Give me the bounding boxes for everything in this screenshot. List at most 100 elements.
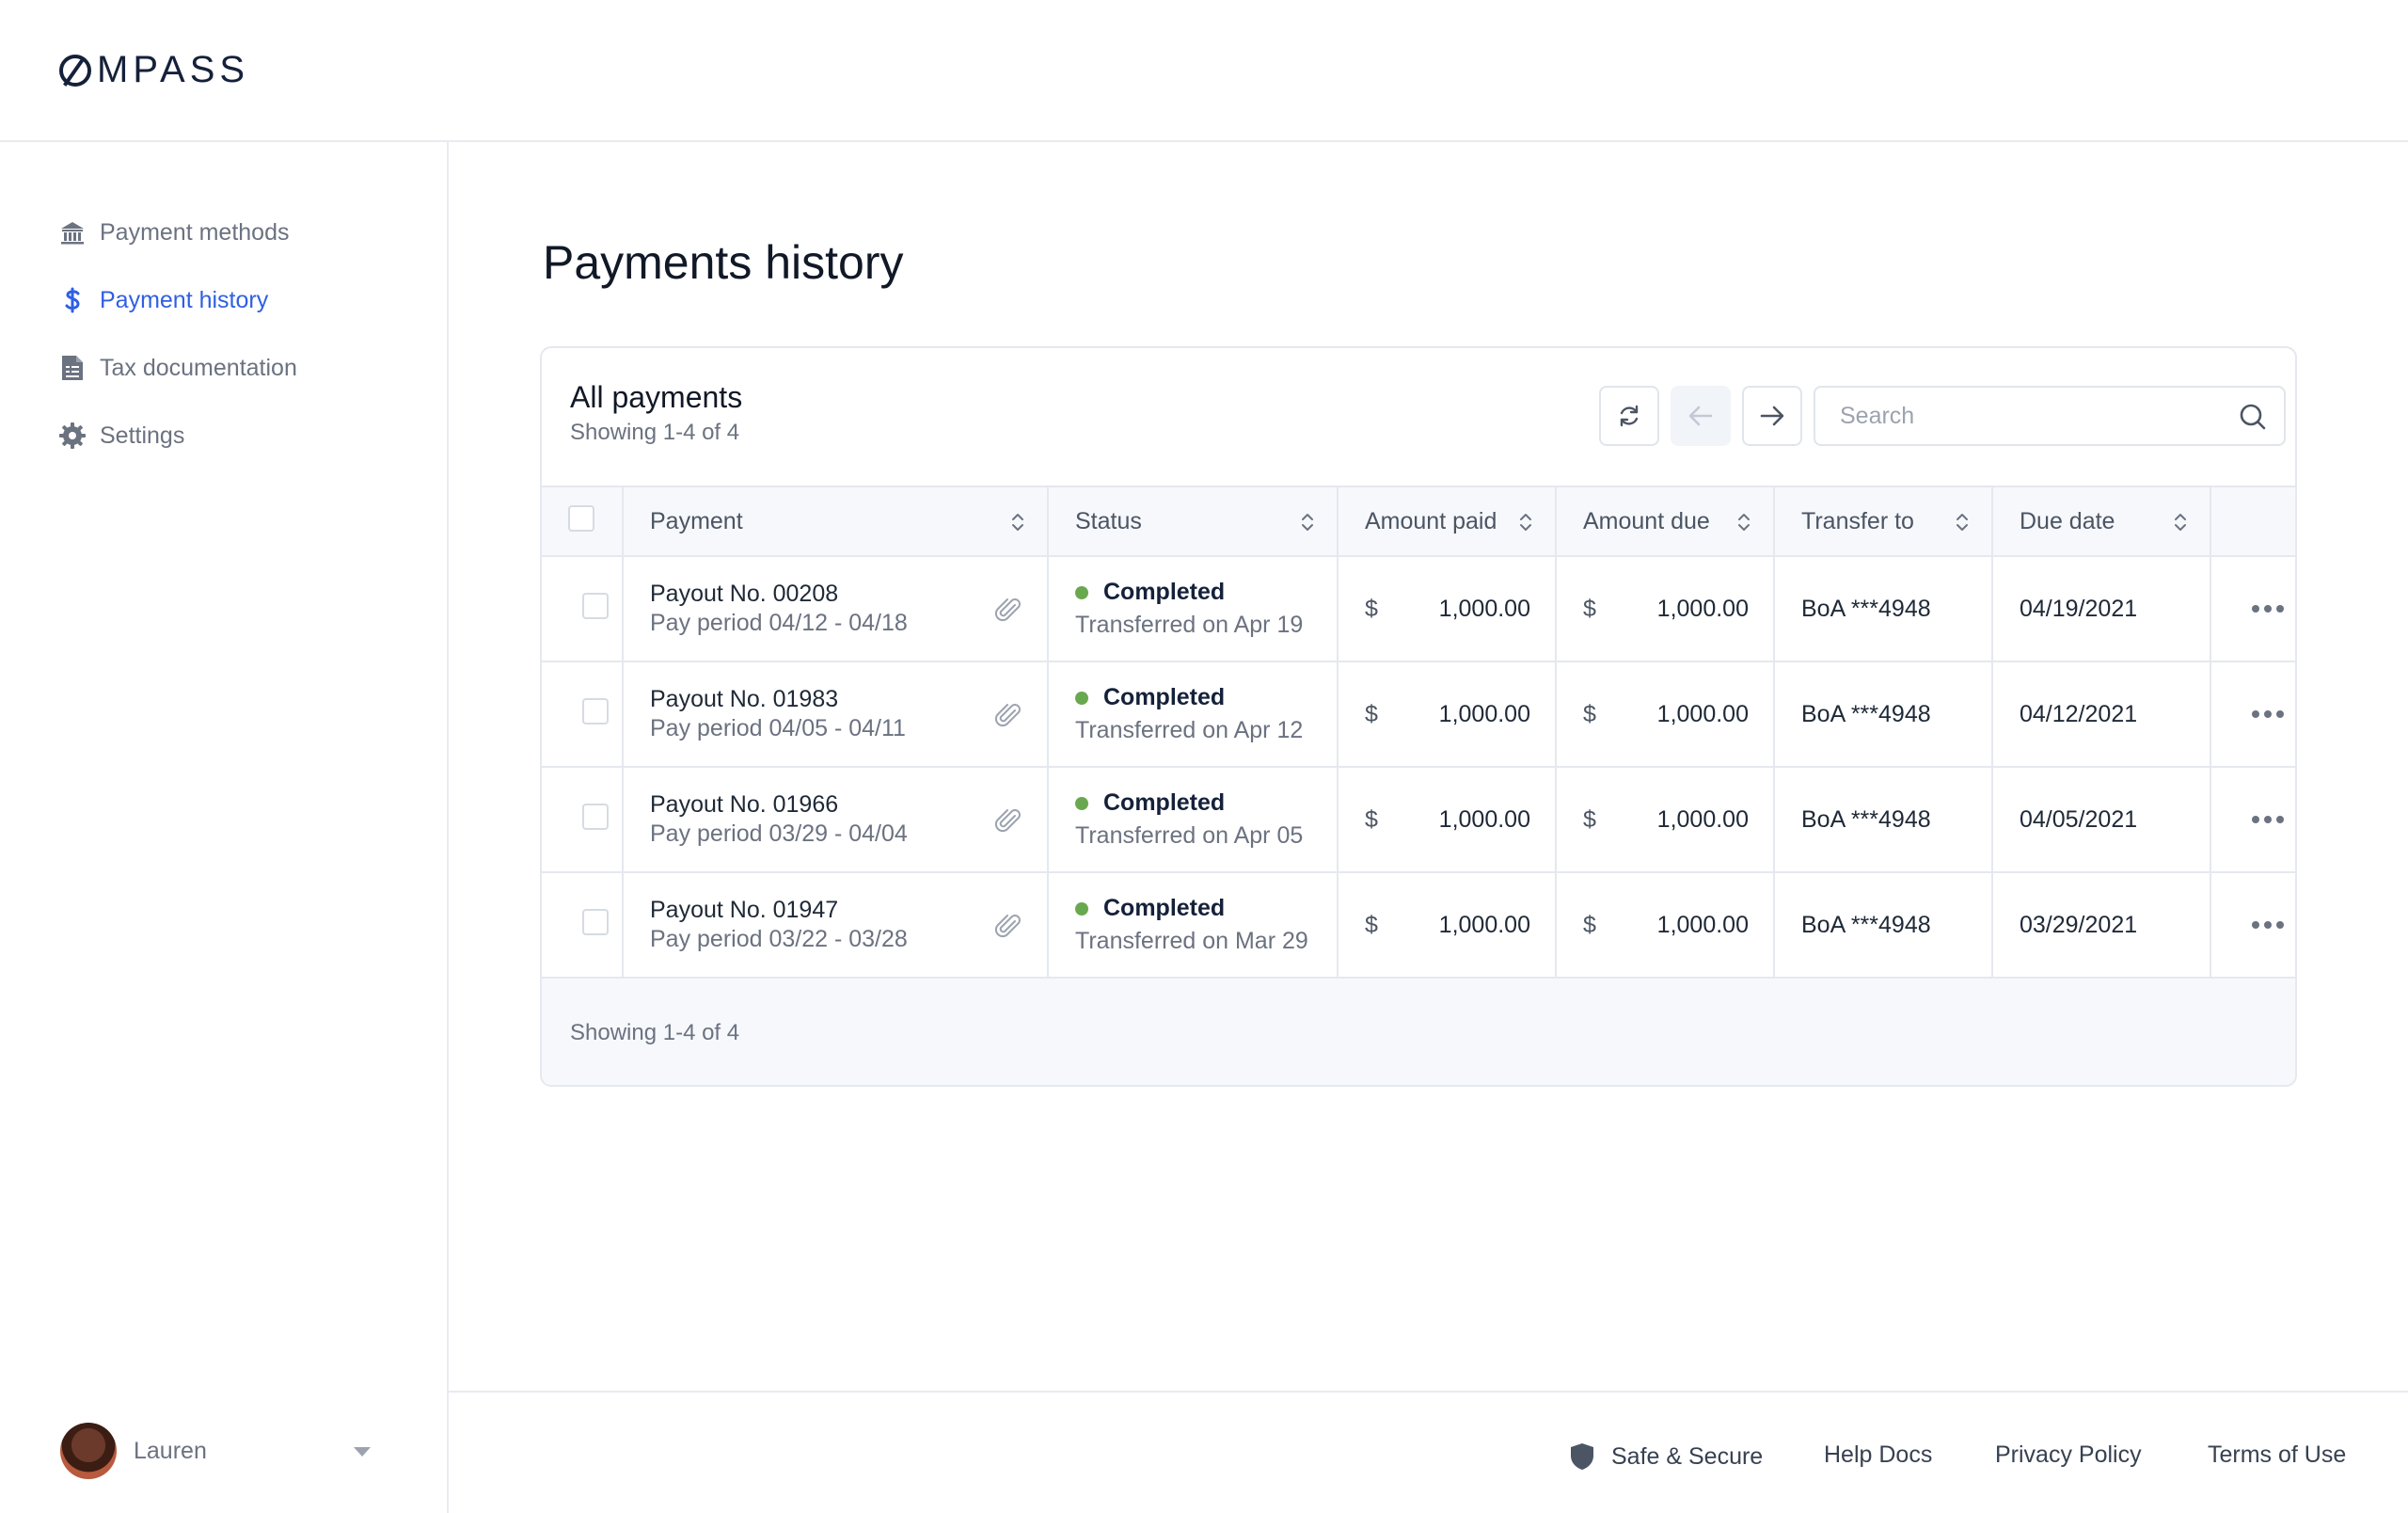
row-checkbox[interactable] [581, 697, 609, 725]
amount-due-cell: $1,000.00 [1556, 556, 1775, 662]
select-all-checkbox[interactable] [568, 504, 594, 532]
pay-period: Pay period 04/12 - 04/18 [650, 610, 908, 636]
amount-due-cell: $1,000.00 [1556, 661, 1775, 768]
payments-table: Payment Status Amount paid Amount due Tr… [542, 486, 2295, 979]
transfer-to-cell: BoA ***4948 [1774, 661, 1993, 768]
user-menu[interactable]: Lauren [60, 1423, 371, 1479]
amount-paid-cell: $1,000.00 [1338, 872, 1557, 979]
company-logo[interactable]: MPASS [59, 49, 249, 91]
select-all-cell [542, 486, 624, 557]
amount-paid: 1,000.00 [1438, 911, 1530, 938]
currency-symbol: $ [1365, 911, 1378, 938]
row-select-cell [542, 556, 624, 662]
pay-period: Pay period 03/29 - 04/04 [650, 820, 908, 847]
sidebar-item-label: Payment methods [100, 218, 290, 246]
amount-paid: 1,000.00 [1438, 805, 1530, 833]
sidebar-item-payment-methods[interactable]: Payment methods [58, 218, 290, 247]
search-box [1814, 386, 2286, 446]
refresh-icon [1620, 405, 1639, 427]
sidebar-item-tax-documentation[interactable]: Tax documentation [58, 354, 297, 382]
amount-paid: 1,000.00 [1438, 700, 1530, 727]
status-cell: Completed Transferred on Apr 19 [1048, 556, 1339, 662]
status-dot-icon [1075, 691, 1088, 705]
card-subtitle: Showing 1-4 of 4 [570, 420, 740, 445]
status-detail: Transferred on Mar 29 [1075, 928, 1308, 954]
paperclip-icon[interactable] [994, 913, 1022, 941]
transfer-to-cell: BoA ***4948 [1774, 767, 1993, 873]
sidebar-item-settings[interactable]: Settings [58, 422, 184, 450]
amount-due-cell: $1,000.00 [1556, 767, 1775, 873]
paperclip-icon[interactable] [994, 807, 1022, 836]
sidebar-item-payment-history[interactable]: Payment history [58, 286, 268, 314]
safe-secure-link[interactable]: Safe & Secure [1568, 1441, 1763, 1472]
column-header-amount-due[interactable]: Amount due [1556, 486, 1775, 557]
row-checkbox[interactable] [581, 908, 609, 935]
payment-cell: Payout No. 00208 Pay period 04/12 - 04/1… [623, 556, 1049, 662]
column-header-payment[interactable]: Payment [623, 486, 1049, 557]
row-actions-cell [2210, 661, 2295, 768]
card-title: All payments [570, 380, 743, 414]
status-cell: Completed Transferred on Mar 29 [1048, 872, 1339, 979]
table-row[interactable]: Payout No. 01947 Pay period 03/22 - 03/2… [542, 872, 2295, 979]
row-actions-cell [2210, 556, 2295, 662]
status-cell: Completed Transferred on Apr 12 [1048, 661, 1339, 768]
amount-due-cell: $1,000.00 [1556, 872, 1775, 979]
column-header-transfer-to[interactable]: Transfer to [1774, 486, 1993, 557]
payout-number: Payout No. 01966 [650, 791, 839, 818]
currency-symbol: $ [1365, 805, 1378, 833]
row-checkbox[interactable] [581, 803, 609, 830]
amount-due: 1,000.00 [1656, 805, 1749, 833]
status-cell: Completed Transferred on Apr 05 [1048, 767, 1339, 873]
column-header-due-date[interactable]: Due date [1992, 486, 2211, 557]
sort-icon [1012, 514, 1023, 531]
privacy-policy-link[interactable]: Privacy Policy [1995, 1441, 2142, 1469]
payments-card: All payments Showing 1-4 of 4 Payment St… [540, 346, 2297, 1087]
column-header-status[interactable]: Status [1048, 486, 1339, 557]
refresh-button[interactable] [1599, 386, 1659, 446]
paperclip-icon[interactable] [994, 702, 1022, 730]
bank-icon [58, 218, 87, 247]
status-detail: Transferred on Apr 05 [1075, 822, 1304, 849]
terms-of-use-link[interactable]: Terms of Use [2208, 1441, 2346, 1469]
logo-mark-icon [59, 54, 91, 87]
status-detail: Transferred on Apr 12 [1075, 717, 1304, 743]
previous-page-button[interactable] [1671, 386, 1731, 446]
amount-paid-cell: $1,000.00 [1338, 661, 1557, 768]
page-title: Payments history [543, 236, 904, 289]
due-date-cell: 04/19/2021 [1992, 556, 2211, 662]
payment-cell: Payout No. 01983 Pay period 04/05 - 04/1… [623, 661, 1049, 768]
more-options-icon[interactable] [2238, 816, 2295, 823]
payment-cell: Payout No. 01947 Pay period 03/22 - 03/2… [623, 872, 1049, 979]
more-options-icon[interactable] [2238, 605, 2295, 613]
shield-icon [1571, 1443, 1593, 1470]
transfer-to-cell: BoA ***4948 [1774, 872, 1993, 979]
page-footer: Safe & Secure Help Docs Privacy Policy T… [449, 1391, 2408, 1513]
table-footer: Showing 1-4 of 4 [542, 979, 2295, 1085]
next-page-button[interactable] [1742, 386, 1802, 446]
table-row[interactable]: Payout No. 00208 Pay period 04/12 - 04/1… [542, 556, 2295, 662]
currency-symbol: $ [1583, 805, 1596, 833]
help-docs-link[interactable]: Help Docs [1824, 1441, 1932, 1469]
sort-icon [2175, 514, 2186, 531]
pay-period: Pay period 04/05 - 04/11 [650, 715, 906, 741]
table-row[interactable]: Payout No. 01983 Pay period 04/05 - 04/1… [542, 661, 2295, 768]
table-row[interactable]: Payout No. 01966 Pay period 03/29 - 04/0… [542, 767, 2295, 873]
gear-icon [58, 422, 87, 450]
search-icon[interactable] [2239, 403, 2267, 431]
row-actions-cell [2210, 767, 2295, 873]
row-checkbox[interactable] [581, 592, 609, 619]
arrow-right-icon [1760, 406, 1784, 426]
more-options-icon[interactable] [2238, 710, 2295, 718]
column-header-actions [2210, 486, 2295, 557]
status-detail: Transferred on Apr 19 [1075, 612, 1304, 638]
status-badge: Completed [1103, 895, 1226, 921]
sort-icon [1302, 514, 1313, 531]
payment-cell: Payout No. 01966 Pay period 03/29 - 04/0… [623, 767, 1049, 873]
search-input[interactable] [1817, 390, 2212, 442]
row-select-cell [542, 661, 624, 768]
row-actions-cell [2210, 872, 2295, 979]
transfer-to-cell: BoA ***4948 [1774, 556, 1993, 662]
paperclip-icon[interactable] [994, 597, 1022, 625]
more-options-icon[interactable] [2238, 921, 2295, 929]
column-header-amount-paid[interactable]: Amount paid [1338, 486, 1557, 557]
